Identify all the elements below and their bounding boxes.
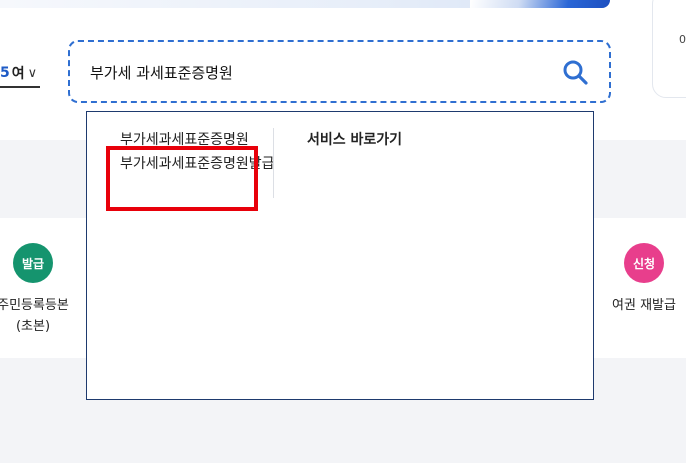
search-button[interactable] <box>562 59 588 85</box>
side-card[interactable]: 0 <box>652 0 686 98</box>
service-badge-issue: 발급 <box>13 243 53 283</box>
service-label: 주민등록등본(초본) <box>0 298 69 334</box>
service-badge-apply: 신청 <box>624 243 664 283</box>
year-select-unit: 여 <box>11 66 25 82</box>
search-icon <box>563 60 588 85</box>
year-select[interactable]: 5 여 ∨ <box>0 60 40 88</box>
year-select-number: 5 <box>0 65 10 81</box>
service-passport-reissue[interactable]: 신청 여권 재발급 <box>602 243 686 316</box>
side-card-text: 0 <box>679 33 686 46</box>
search-input[interactable] <box>90 56 540 88</box>
service-shortcuts-heading: 서비스 바로가기 <box>307 132 403 148</box>
search-box <box>68 40 611 103</box>
banner-graphic <box>470 0 610 8</box>
chevron-down-icon: ∨ <box>27 65 38 81</box>
autocomplete-dropdown: 부가세과세표준증명원 부가세과세표준증명원발급 서비스 바로가기 <box>86 111 594 400</box>
service-label: 여권 재발급 <box>612 298 676 313</box>
service-resident-registration[interactable]: 발급 주민등록등본(초본) <box>0 243 70 337</box>
suggestion-item[interactable]: 부가세과세표준증명원 <box>120 128 280 152</box>
suggestion-item[interactable]: 부가세과세표준증명원발급 <box>120 152 280 176</box>
suggestion-list: 부가세과세표준증명원 부가세과세표준증명원발급 <box>120 128 280 176</box>
divider <box>273 128 274 198</box>
